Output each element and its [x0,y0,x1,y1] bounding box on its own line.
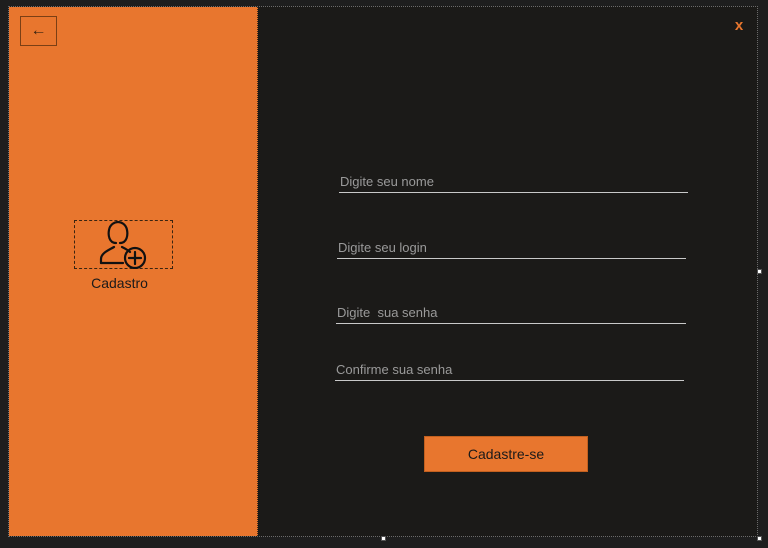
arrow-left-icon: ← [30,22,47,39]
page-title: Cadastro [91,275,148,291]
password-field[interactable] [336,301,688,323]
close-button[interactable]: x [731,17,747,37]
user-add-icon-frame [74,220,173,269]
back-button[interactable]: ← [20,16,57,46]
name-field[interactable] [339,170,690,192]
resize-handle-right[interactable] [757,269,762,274]
login-field-container [337,236,688,259]
sidebar-panel [9,7,258,536]
resize-handle-corner[interactable] [757,536,762,541]
resize-handle-bottom[interactable] [381,536,386,541]
login-field[interactable] [337,236,688,258]
confirm-password-field[interactable] [335,358,686,380]
user-add-icon [99,220,146,269]
confirm-password-field-container [335,358,686,381]
password-field-container [336,301,688,324]
register-button[interactable]: Cadastre-se [424,436,588,472]
name-field-container [339,170,690,193]
